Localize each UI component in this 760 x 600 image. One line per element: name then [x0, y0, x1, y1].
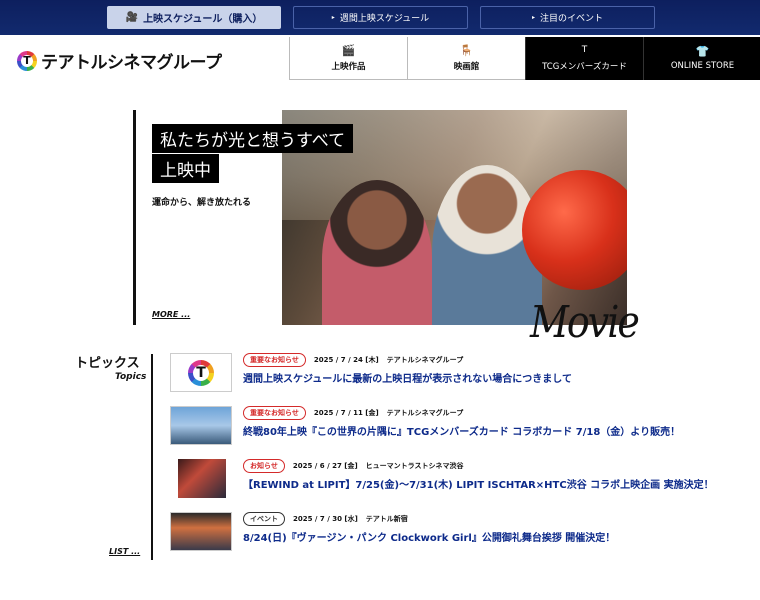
topic-item[interactable]: お知らせ 2025 / 6 / 27 [金] ヒューマントラストシネマ渋谷 【R…: [170, 459, 730, 501]
nav-members-card[interactable]: T TCGメンバーズカード: [525, 37, 643, 80]
topic-source: ヒューマントラストシネマ渋谷: [365, 462, 464, 470]
topic-headline[interactable]: 終戦80年上映『この世界の片隅に』TCGメンバーズカード コラボカード 7/18…: [243, 423, 680, 438]
nav-films-label: 上映作品: [331, 61, 366, 72]
topic-source: テアトルシネマグループ: [386, 409, 464, 417]
nav-films[interactable]: 🎬 上映作品: [289, 37, 407, 80]
topic-badge: 重要なお知らせ: [243, 406, 306, 420]
film-camera-icon: 🎥: [125, 12, 139, 23]
topic-headline[interactable]: 【REWIND at LIPIT】7/25(金)～7/31(木) LIPIT I…: [243, 476, 714, 491]
topic-item[interactable]: イベント 2025 / 7 / 30 [水] テアトル新宿 8/24(日)『ヴァ…: [170, 512, 730, 554]
clapperboard-icon: 🎬: [341, 43, 356, 57]
weekly-schedule-button[interactable]: ▸ 週間上映スケジュール: [293, 6, 468, 29]
topic-meta: 重要なお知らせ 2025 / 7 / 11 [金] テアトルシネマグループ: [243, 406, 463, 420]
topic-thumbnail[interactable]: [170, 406, 232, 445]
topic-date: 2025 / 7 / 30 [水]: [293, 515, 358, 523]
movie-script-text: Movie: [530, 296, 640, 348]
topic-badge: お知らせ: [243, 459, 285, 473]
topic-meta: イベント 2025 / 7 / 30 [水] テアトル新宿: [243, 512, 408, 526]
topic-date: 2025 / 7 / 24 [木]: [313, 356, 379, 364]
featured-events-label: 注目のイベント: [540, 14, 604, 24]
tshirt-icon: 👕: [695, 45, 710, 58]
schedule-purchase-label: 上映スケジュール（購入）: [143, 14, 263, 25]
nav-theaters-label: 映画館: [453, 61, 480, 72]
top-bar: 🎥 上映スケジュール（購入） ▸ 週間上映スケジュール ▸ 注目のイベント: [0, 0, 760, 35]
main-nav: 🎬 上映作品 🪑 映画館 T TCGメンバーズカード 👕 ONLINE STOR…: [289, 37, 760, 80]
weekly-schedule-label: 週間上映スケジュール: [339, 14, 430, 24]
topic-thumbnail[interactable]: [178, 459, 226, 498]
topic-date: 2025 / 7 / 11 [金]: [313, 409, 379, 417]
topic-badge: イベント: [243, 512, 285, 526]
nav-online-store-label: ONLINE STORE: [670, 61, 735, 71]
site-logo[interactable]: T テアトルシネマグループ: [17, 48, 222, 73]
topic-date: 2025 / 6 / 27 [金]: [292, 462, 358, 470]
topics-divider: [151, 354, 153, 560]
topics-title: トピックス: [75, 356, 140, 371]
logo-mark-icon: T: [188, 359, 214, 386]
topic-source: テアトルシネマグループ: [386, 356, 464, 364]
hero-tagline: 運命から、解き放たれる: [152, 198, 252, 208]
topic-meta: 重要なお知らせ 2025 / 7 / 24 [木] テアトルシネマグループ: [243, 353, 463, 367]
topic-headline[interactable]: 8/24(日)『ヴァージン・パンク Clockwork Girl』公開御礼舞台挨…: [243, 529, 615, 544]
hero-divider: [133, 110, 136, 325]
topic-headline[interactable]: 週間上映スケジュールに最新の上映日程が表示されない場合につきまして: [243, 370, 572, 385]
topic-item[interactable]: T 重要なお知らせ 2025 / 7 / 24 [木] テアトルシネマグループ …: [170, 353, 730, 395]
topic-badge: 重要なお知らせ: [243, 353, 306, 367]
seats-icon: 🪑: [459, 43, 474, 57]
topic-thumbnail[interactable]: [170, 512, 232, 551]
topic-source: テアトル新宿: [365, 515, 408, 523]
logo-text: テアトルシネマグループ: [41, 53, 222, 73]
topic-thumbnail[interactable]: T: [170, 353, 232, 392]
arrow-icon: ▸: [331, 14, 335, 21]
logo-mark-icon: T: [17, 50, 37, 71]
arrow-icon: ▸: [531, 14, 535, 21]
t-mark-icon: T: [581, 45, 588, 55]
featured-events-button[interactable]: ▸ 注目のイベント: [480, 6, 655, 29]
nav-online-store[interactable]: 👕 ONLINE STORE: [643, 37, 760, 80]
hero-more-link[interactable]: MORE ...: [152, 310, 190, 319]
topics-subtitle: Topics: [115, 372, 147, 382]
hero-status[interactable]: 上映中: [152, 154, 219, 183]
nav-members-card-label: TCGメンバーズカード: [542, 62, 627, 72]
topics-list-link[interactable]: LIST ...: [109, 547, 140, 556]
hero-title[interactable]: 私たちが光と想うすべて: [152, 124, 354, 153]
topic-meta: お知らせ 2025 / 6 / 27 [金] ヒューマントラストシネマ渋谷: [243, 459, 464, 473]
schedule-purchase-button[interactable]: 🎥 上映スケジュール（購入）: [107, 6, 281, 29]
nav-theaters[interactable]: 🪑 映画館: [407, 37, 525, 80]
topic-item[interactable]: 重要なお知らせ 2025 / 7 / 11 [金] テアトルシネマグループ 終戦…: [170, 406, 730, 448]
